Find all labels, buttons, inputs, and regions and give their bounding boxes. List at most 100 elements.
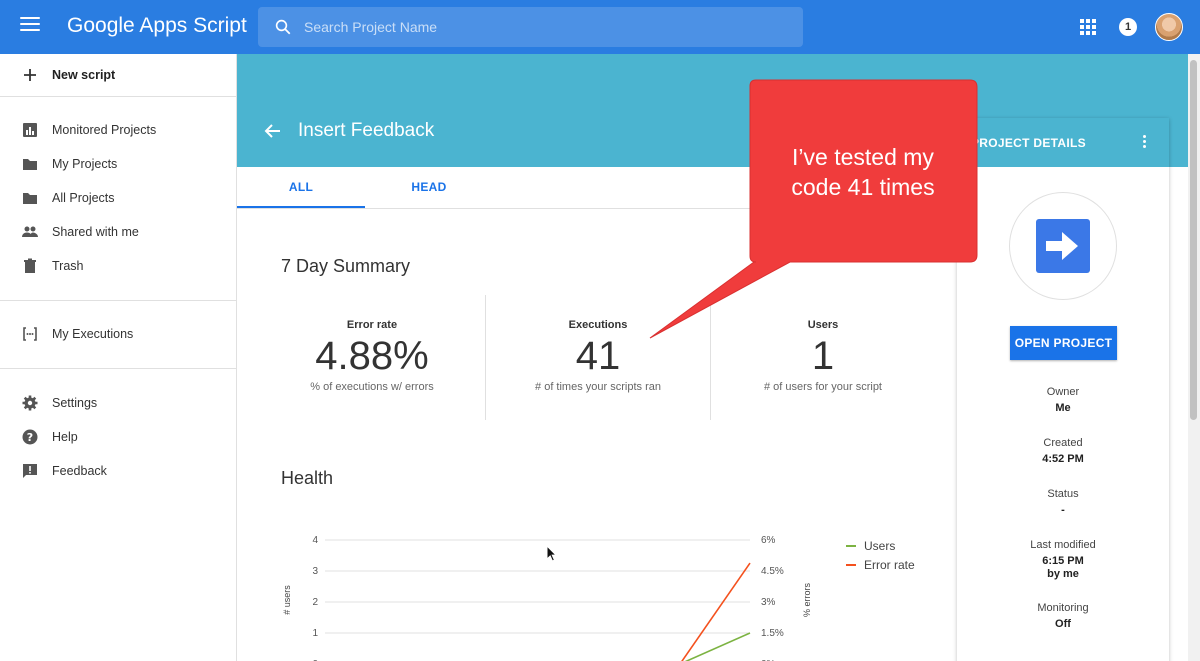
hamburger-menu-icon[interactable]: [20, 17, 40, 37]
stat-value: 1: [811, 334, 835, 378]
tab-head[interactable]: HEAD: [365, 167, 493, 208]
y-tick-label: 1: [312, 628, 318, 639]
sidebar-item-all-projects[interactable]: All Projects: [0, 181, 236, 215]
stat-executions: Executions 41 # of times your scripts ra…: [485, 295, 711, 420]
panel-title: PROJECT DETAILS: [971, 136, 1086, 150]
detail-created: Created 4:52 PM: [957, 437, 1169, 466]
y2-tick-label: 1.5%: [761, 628, 784, 639]
avatar[interactable]: [1155, 13, 1183, 41]
y2-tick-label: 6%: [761, 535, 776, 546]
sidebar-item-monitored-projects[interactable]: Monitored Projects: [0, 113, 236, 147]
sidebar-item-label: My Projects: [52, 157, 118, 171]
summary-title: 7 Day Summary: [281, 256, 411, 276]
stat-title: Users: [807, 319, 839, 331]
sidebar-item-label: All Projects: [52, 191, 115, 205]
stat-description: # of times your scripts ran: [535, 381, 661, 393]
search-input[interactable]: [304, 7, 784, 47]
feedback-icon: [23, 464, 37, 478]
callout-line-1: I’ve tested my: [792, 144, 934, 170]
sidebar-item-help[interactable]: ? Help: [0, 420, 236, 454]
detail-key: Created: [1043, 437, 1083, 449]
detail-key: Last modified: [1030, 539, 1096, 551]
sidebar-divider: [0, 300, 236, 301]
callout-line-2: code 41 times: [791, 174, 935, 200]
legend-label: Error rate: [864, 558, 915, 572]
sidebar-item-label: Trash: [52, 259, 84, 273]
stat-title: Executions: [568, 319, 628, 331]
sidebar-divider: [0, 368, 236, 369]
sidebar-item-label: Help: [52, 430, 78, 444]
stat-title: Error rate: [346, 319, 398, 331]
sidebar-item-label: Settings: [52, 396, 98, 410]
app-brand[interactable]: Google Apps Script: [67, 14, 247, 38]
y2-axis-label: % errors: [802, 583, 812, 618]
y-tick-label: 2: [312, 597, 318, 608]
sidebar-item-my-executions[interactable]: My Executions: [0, 317, 236, 351]
scrollbar[interactable]: [1188, 54, 1200, 661]
project-details-panel: PROJECT DETAILS OPEN PROJECT Owner Me Cr…: [957, 118, 1169, 661]
notification-badge[interactable]: 1: [1119, 18, 1137, 36]
brand-google: Google: [67, 14, 135, 37]
sidebar-item-feedback[interactable]: Feedback: [0, 454, 236, 488]
detail-key: Status: [1047, 488, 1079, 500]
script-logo: [1009, 192, 1117, 300]
sidebar-divider: [0, 96, 236, 97]
svg-text:?: ?: [27, 431, 33, 444]
folder-icon: [23, 159, 37, 170]
stat-value: 41: [575, 334, 621, 378]
bar-chart-icon: [23, 123, 37, 137]
new-script-label: New script: [52, 68, 116, 82]
stat-users: Users 1 # of users for your script: [710, 295, 936, 420]
sidebar: New script Monitored Projects My Project…: [0, 54, 237, 661]
new-script-button[interactable]: New script: [0, 58, 236, 92]
sidebar-item-label: Feedback: [52, 464, 107, 478]
health-title: Health: [281, 468, 334, 488]
tab-all[interactable]: ALL: [237, 167, 365, 208]
stat-description: # of users for your script: [764, 381, 882, 393]
detail-value: -: [1061, 504, 1065, 516]
executions-icon: [23, 327, 37, 341]
search-icon: [275, 19, 291, 35]
gear-icon: [22, 395, 38, 411]
scrollbar-thumb[interactable]: [1190, 60, 1197, 420]
y2-tick-label: 4.5%: [761, 566, 784, 577]
arrow-right-icon: [1036, 219, 1090, 273]
search-box[interactable]: [258, 7, 803, 47]
detail-owner: Owner Me: [957, 386, 1169, 415]
detail-last-modified: Last modified 6:15 PM by me: [957, 539, 1169, 581]
sidebar-item-trash[interactable]: Trash: [0, 249, 236, 283]
folder-icon: [23, 193, 37, 204]
detail-value-by: by me: [1047, 568, 1079, 580]
sidebar-item-label: My Executions: [52, 327, 134, 341]
open-project-button[interactable]: OPEN PROJECT: [1010, 326, 1117, 360]
detail-value: Off: [1055, 618, 1071, 630]
stat-value: 4.88%: [315, 334, 429, 378]
sidebar-item-label: Shared with me: [52, 225, 139, 239]
detail-value: 4:52 PM: [1042, 453, 1084, 465]
y-axis-label: # users: [282, 585, 292, 615]
people-icon: [22, 226, 38, 237]
detail-key: Owner: [1046, 386, 1080, 398]
back-arrow-icon[interactable]: [264, 122, 282, 140]
more-options-icon[interactable]: [1143, 135, 1147, 151]
detail-value: 6:15 PM: [1042, 555, 1084, 567]
stat-error-rate: Error rate 4.88% % of executions w/ erro…: [259, 295, 485, 420]
sidebar-item-shared-with-me[interactable]: Shared with me: [0, 215, 236, 249]
brand-product: Apps Script: [139, 14, 247, 37]
detail-monitoring: Monitoring Off: [957, 602, 1169, 631]
mouse-cursor-icon: [546, 545, 558, 562]
series-line: [681, 562, 751, 661]
plus-icon: [24, 69, 36, 81]
sidebar-item-label: Monitored Projects: [52, 123, 157, 137]
detail-status: Status -: [957, 488, 1169, 517]
apps-grid-icon[interactable]: [1080, 19, 1096, 35]
series-line: [684, 632, 751, 661]
sidebar-item-settings[interactable]: Settings: [0, 386, 236, 420]
trash-icon: [24, 258, 36, 273]
y-tick-label: 4: [312, 535, 318, 546]
callout-text: I’ve tested my code 41 times: [758, 142, 968, 202]
stat-description: % of executions w/ errors: [310, 381, 434, 393]
y2-tick-label: 3%: [761, 597, 776, 608]
project-title: Insert Feedback: [298, 120, 435, 141]
sidebar-item-my-projects[interactable]: My Projects: [0, 147, 236, 181]
